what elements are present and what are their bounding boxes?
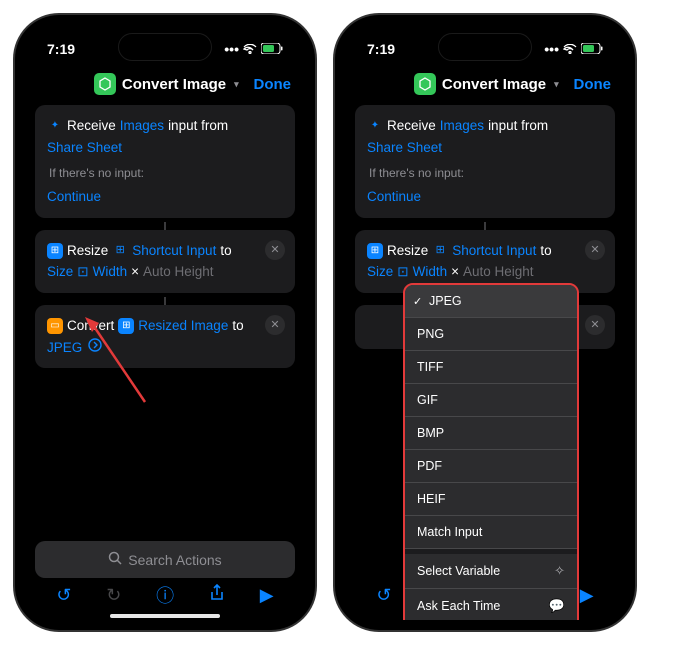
chat-icon: 💬 xyxy=(549,598,565,614)
format-popup: JPEG PNG TIFF GIF BMP PDF HEIF Match Inp… xyxy=(403,283,579,620)
expand-icon[interactable] xyxy=(88,337,102,359)
height-link[interactable]: Auto Height xyxy=(143,261,214,283)
size-link[interactable]: Size xyxy=(367,261,393,283)
resize-input-var[interactable]: Shortcut Input xyxy=(132,240,216,262)
bottom-toolbar: ↺ ↻ ⓘ ▶ xyxy=(25,576,305,614)
receive-block[interactable]: ✦ Receive Images input from Share Sheet … xyxy=(355,105,615,218)
receive-type[interactable]: Images xyxy=(440,115,484,137)
battery-icon xyxy=(261,41,283,57)
format-link[interactable]: JPEG xyxy=(47,337,82,359)
width-link[interactable]: Width xyxy=(413,261,448,283)
input-icon: ✦ xyxy=(47,118,63,134)
receive-block[interactable]: ✦ Receive Images input from Share Sheet … xyxy=(35,105,295,218)
continue-link[interactable]: Continue xyxy=(367,186,421,208)
signal-icon: ••• xyxy=(224,41,239,57)
share-sheet-link[interactable]: Share Sheet xyxy=(47,137,122,159)
convert-block[interactable]: ✕ ▭ Convert ⊞ Resized Image to JPEG xyxy=(35,305,295,368)
popup-item-pdf[interactable]: PDF xyxy=(405,450,577,483)
width-link[interactable]: Width xyxy=(93,261,128,283)
info-button[interactable]: ⓘ xyxy=(156,582,174,608)
var-icon: ⊞ xyxy=(118,318,134,334)
popup-item-png[interactable]: PNG xyxy=(405,318,577,351)
shortcut-icon xyxy=(94,73,116,95)
time-label: 7:19 xyxy=(47,41,75,57)
input-icon: ✦ xyxy=(367,118,383,134)
done-button[interactable]: Done xyxy=(253,76,291,93)
popup-item-match[interactable]: Match Input xyxy=(405,516,577,549)
run-button[interactable]: ▶ xyxy=(580,585,594,606)
share-button[interactable] xyxy=(209,584,225,607)
height-link[interactable]: Auto Height xyxy=(463,261,534,283)
share-sheet-link[interactable]: Share Sheet xyxy=(367,137,442,159)
popup-item-tiff[interactable]: TIFF xyxy=(405,351,577,384)
phone-left: 7:19 ••• Convert Image ▾ Done xyxy=(15,15,315,630)
resize-block[interactable]: ✕ ⊞ Resize ⊞ Shortcut Input to Size ⊡ Wi… xyxy=(35,230,295,293)
popup-item-bmp[interactable]: BMP xyxy=(405,417,577,450)
search-icon xyxy=(108,551,122,568)
noinput-label: If there's no input: xyxy=(49,166,283,180)
receive-type[interactable]: Images xyxy=(120,115,164,137)
undo-button[interactable]: ↺ xyxy=(376,585,391,606)
shortcut-icon xyxy=(414,73,436,95)
var-icon: ⊞ xyxy=(432,243,448,259)
size-link[interactable]: Size xyxy=(47,261,73,283)
noinput-label: If there's no input: xyxy=(369,166,603,180)
resize-icon: ⊞ xyxy=(47,243,63,259)
undo-button[interactable]: ↺ xyxy=(56,585,71,606)
search-placeholder: Search Actions xyxy=(128,552,221,568)
remove-action-button[interactable]: ✕ xyxy=(265,315,285,335)
phone-right: 7:19 ••• Convert Image ▾ Done xyxy=(335,15,635,630)
wand-icon: ✧ xyxy=(554,563,565,579)
popup-item-ask[interactable]: Ask Each Time 💬 xyxy=(405,589,577,620)
convert-icon: ▭ xyxy=(47,318,63,334)
convert-input-var[interactable]: Resized Image xyxy=(138,315,228,337)
home-indicator[interactable] xyxy=(110,614,220,618)
signal-icon: ••• xyxy=(544,41,559,57)
time-label: 7:19 xyxy=(367,41,395,57)
battery-icon xyxy=(581,41,603,57)
var-icon: ⊞ xyxy=(112,243,128,259)
search-actions[interactable]: Search Actions xyxy=(35,541,295,578)
dynamic-island xyxy=(118,33,212,61)
chevron-down-icon: ▾ xyxy=(554,79,559,90)
wifi-icon xyxy=(563,41,577,57)
dynamic-island xyxy=(438,33,532,61)
chevron-down-icon: ▾ xyxy=(234,79,239,90)
popup-item-heif[interactable]: HEIF xyxy=(405,483,577,516)
remove-action-button[interactable]: ✕ xyxy=(265,240,285,260)
redo-button: ↻ xyxy=(106,585,121,606)
popup-item-gif[interactable]: GIF xyxy=(405,384,577,417)
done-button[interactable]: Done xyxy=(573,76,611,93)
remove-action-button[interactable]: ✕ xyxy=(585,315,605,335)
dimension-icon: ⊡ xyxy=(77,261,88,283)
popup-item-select-var[interactable]: Select Variable ✧ xyxy=(405,554,577,589)
shortcut-title[interactable]: Convert Image ▾ xyxy=(414,73,559,95)
remove-action-button[interactable]: ✕ xyxy=(585,240,605,260)
run-button[interactable]: ▶ xyxy=(260,585,274,606)
wifi-icon xyxy=(243,41,257,57)
continue-link[interactable]: Continue xyxy=(47,186,101,208)
shortcut-title[interactable]: Convert Image ▾ xyxy=(94,73,239,95)
resize-icon: ⊞ xyxy=(367,243,383,259)
popup-item-jpeg[interactable]: JPEG xyxy=(405,285,577,318)
resize-input-var[interactable]: Shortcut Input xyxy=(452,240,536,262)
dimension-icon: ⊡ xyxy=(397,261,408,283)
